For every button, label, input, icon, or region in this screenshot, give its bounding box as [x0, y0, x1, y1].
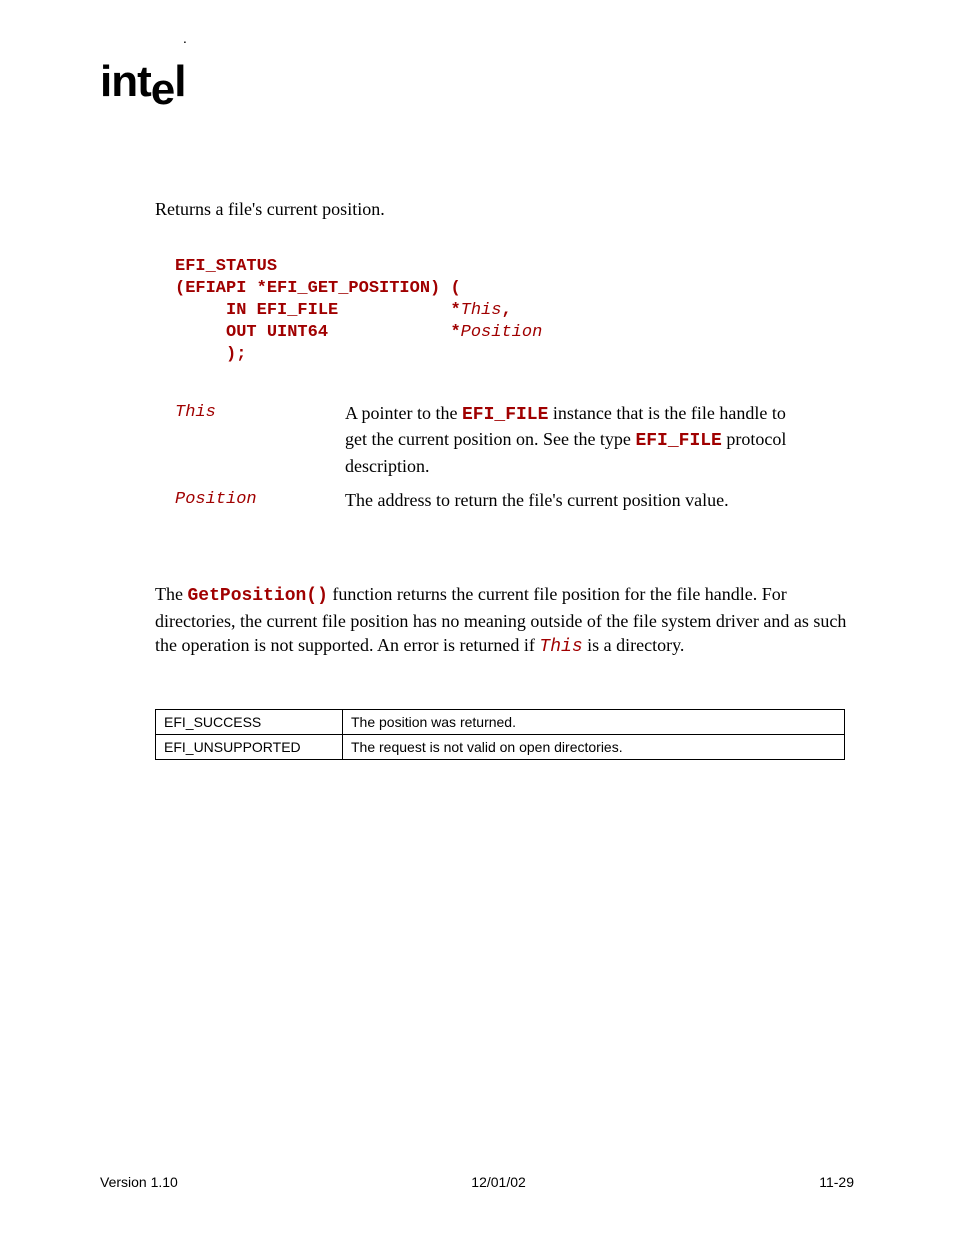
proto-text: * [338, 301, 460, 320]
text: A pointer to the [345, 403, 462, 423]
status-code: EFI_UNSUPPORTED [156, 735, 343, 760]
proto-arg: Position [461, 323, 543, 342]
arg-ref: This [539, 637, 582, 657]
status-desc: The request is not valid on open directo… [343, 735, 845, 760]
type-ref: EFI_FILE [462, 405, 548, 425]
footer-date: 12/01/02 [471, 1174, 526, 1190]
summary-text: Returns a file's current position. [155, 199, 799, 221]
parameters-list: This A pointer to the EFI_FILE instance … [175, 401, 799, 512]
footer-version: Version 1.10 [100, 1174, 178, 1190]
param-row: Position The address to return the file'… [175, 488, 799, 512]
proto-text: EFI_STATUS [175, 257, 277, 276]
proto-text: OUT UINT64 [175, 323, 328, 342]
status-code: EFI_SUCCESS [156, 710, 343, 735]
text: The address to return the file's current… [345, 490, 729, 510]
param-name: Position [175, 488, 345, 512]
table-row: EFI_SUCCESS The position was returned. [156, 710, 845, 735]
status-codes-table: EFI_SUCCESS The position was returned. E… [155, 709, 845, 760]
footer-page: 11-29 [819, 1174, 854, 1190]
proto-text: , [501, 301, 511, 320]
proto-text: IN EFI_FILE [175, 301, 338, 320]
proto-text: * [328, 323, 461, 342]
param-row: This A pointer to the EFI_FILE instance … [175, 401, 799, 478]
intel-logo: intel. [100, 60, 854, 104]
status-desc: The position was returned. [343, 710, 845, 735]
param-name: This [175, 401, 345, 478]
type-ref: EFI_FILE [635, 431, 721, 451]
func-ref: GetPosition() [187, 586, 327, 606]
prototype-block: EFI_STATUS (EFIAPI *EFI_GET_POSITION) ( … [175, 256, 854, 366]
text: is a directory. [583, 635, 685, 655]
page-footer: Version 1.10 12/01/02 11-29 [100, 1174, 854, 1190]
table-row: EFI_UNSUPPORTED The request is not valid… [156, 735, 845, 760]
param-desc: A pointer to the EFI_FILE instance that … [345, 401, 799, 478]
proto-text: ); [175, 345, 246, 364]
proto-text: (EFIAPI *EFI_GET_POSITION) ( [175, 279, 461, 298]
param-desc: The address to return the file's current… [345, 488, 799, 512]
proto-arg: This [461, 301, 502, 320]
text: The [155, 584, 187, 604]
description-text: The GetPosition() function returns the c… [155, 582, 854, 659]
